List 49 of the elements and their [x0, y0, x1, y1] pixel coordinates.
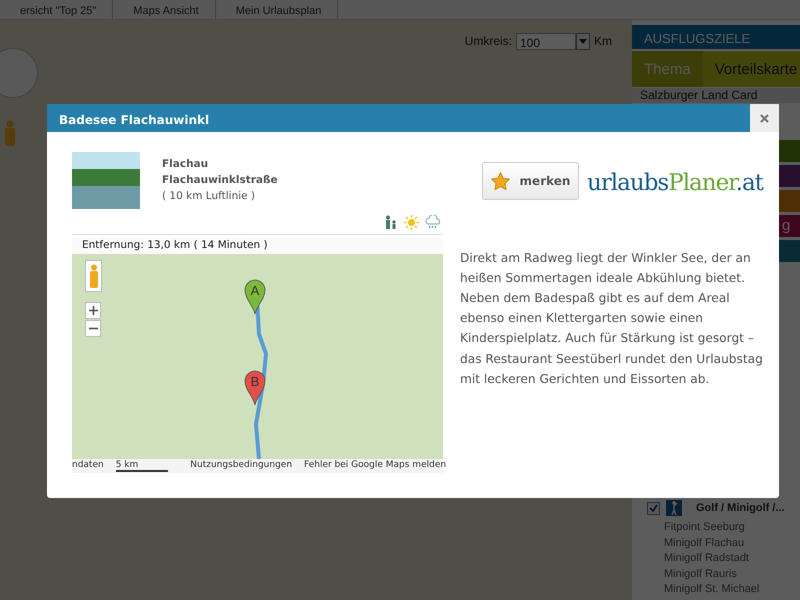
- scale-label: 5 km: [116, 460, 168, 472]
- sun-icon: [404, 215, 419, 230]
- category-label[interactable]: Golf / Minigolf /...: [696, 500, 785, 516]
- category-item[interactable]: Fitpoint Seeburg: [632, 520, 800, 536]
- rain-cloud-icon: [425, 215, 441, 230]
- caret-icon: [579, 38, 587, 44]
- address-line: Flachau: [162, 157, 210, 172]
- category-bar[interactable]: g: [779, 215, 800, 237]
- plus-icon: [88, 306, 98, 315]
- category-item[interactable]: Minigolf Flachau: [632, 536, 800, 551]
- photo-placeholder: [72, 152, 140, 209]
- nav-tab[interactable]: Mein Urlaubsplan: [216, 0, 338, 19]
- zoom-in-button[interactable]: [85, 302, 101, 319]
- category-item[interactable]: Minigolf St. Michael: [632, 582, 800, 598]
- pegman-icon: [88, 264, 98, 288]
- checkbox[interactable]: [647, 502, 660, 514]
- check-icon: [649, 504, 658, 512]
- start-marker: A: [244, 279, 266, 315]
- route-summary: Entfernung: 13,0 km ( 14 Minuten ): [72, 238, 443, 254]
- sidebar-title: AUSFLUGSZIELE: [632, 25, 800, 49]
- logo-text: urlaubsPlaner.at: [587, 169, 763, 198]
- nav-tab[interactable]: Maps Ansicht: [113, 0, 216, 19]
- close-button[interactable]: [750, 104, 779, 132]
- map-data-link[interactable]: ndaten: [72, 459, 104, 473]
- zoom-out-button[interactable]: [85, 320, 101, 337]
- unit-label: Km: [594, 33, 612, 50]
- sidebar-tab[interactable]: Thema: [632, 51, 703, 87]
- distance-text: ( 10 km Luftlinie ): [162, 189, 256, 204]
- nav-tab[interactable]: ersicht "Top 25": [0, 0, 114, 19]
- dialog-title: Badesee Flachauwinkl: [47, 104, 750, 132]
- star-icon: [490, 172, 510, 190]
- category-item[interactable]: Minigolf Radstadt: [632, 551, 800, 566]
- radius-select[interactable]: 100: [516, 32, 576, 50]
- address-line: Flachauwinklstraße: [162, 173, 278, 188]
- family-icon: [384, 215, 398, 229]
- pegman-button[interactable]: [85, 260, 102, 292]
- terms-link[interactable]: Nutzungsbedingungen: [190, 459, 292, 473]
- report-link[interactable]: Fehler bei Google Maps melden: [304, 459, 446, 473]
- close-icon[interactable]: [760, 114, 769, 122]
- golfer-icon: [669, 501, 679, 515]
- sidebar-tab[interactable]: Vorteilskarte: [702, 51, 800, 87]
- pegman-icon: [4, 120, 16, 146]
- category-item[interactable]: Minigolf Rauris: [632, 566, 800, 582]
- dropdown-button[interactable]: [576, 32, 590, 50]
- card-row[interactable]: Salzburger Land Card: [632, 88, 800, 103]
- end-marker: B: [244, 370, 266, 406]
- save-button[interactable]: merken: [482, 162, 579, 200]
- description-text: Direkt am Radweg liegt der Winkler See, der an heißen Sommertagen ideale Abkühlung bietet. Neben dem Badespaß gibt es auf dem Areal ebenso einen Klettergarten sowie einen Kinderspielplatz. Auch für Stärkung ist gesorgt – das Restaurant Seestüberl rundet den Urlaubstag mit leckeren Gerichten und Eissorten ab.: [460, 250, 763, 388]
- radius-label: Umkreis:: [464, 33, 512, 50]
